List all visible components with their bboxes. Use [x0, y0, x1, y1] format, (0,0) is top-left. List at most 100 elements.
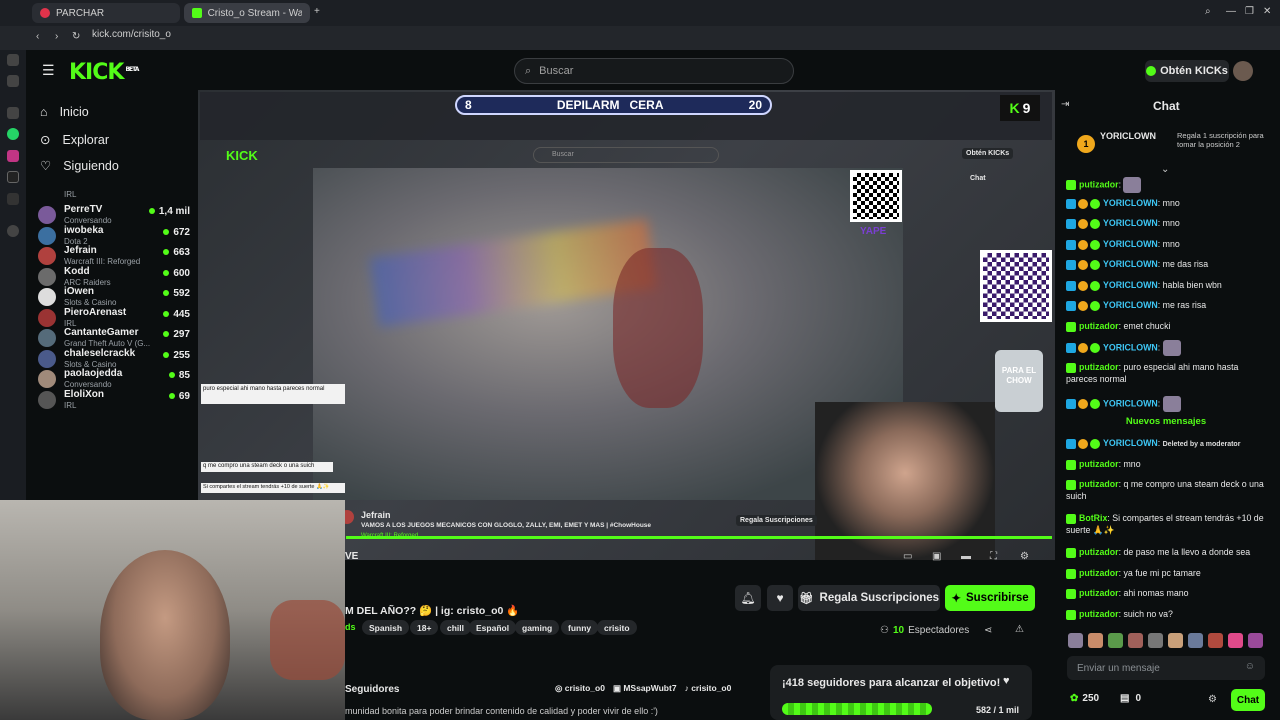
gift-count[interactable]: ▤ 0	[1120, 693, 1141, 704]
sidebar-channel[interactable]: paolaojedda Conversando 85	[38, 368, 198, 390]
emote-icon[interactable]	[1088, 633, 1103, 648]
chat-username[interactable]: YORICLOWN	[1103, 259, 1158, 269]
tag-chip[interactable]: gaming	[515, 620, 560, 635]
sidebar-channel[interactable]: chaleselcrackk Slots & Casino 255	[38, 348, 198, 370]
sidebar-item-explorar[interactable]: ⊙ Explorar	[40, 132, 109, 148]
chat-username[interactable]: putizador	[1079, 459, 1119, 469]
leaderboard-user[interactable]: YORICLOWN	[1100, 131, 1156, 141]
instagram-icon[interactable]	[7, 150, 19, 162]
sidebar-channel[interactable]: iwobeka Dota 2 672	[38, 225, 198, 247]
chat-send-button[interactable]: Chat	[1231, 689, 1265, 711]
share-icon[interactable]: ⋖	[984, 625, 992, 636]
reload-icon[interactable]: ↻	[72, 31, 80, 42]
tag-chip[interactable]: crisito	[597, 620, 637, 635]
sidebar-channel[interactable]: Kodd ARC Raiders 600	[38, 266, 198, 288]
tag-chip[interactable]: 18+	[410, 620, 439, 635]
sidebar-item-inicio[interactable]: ⌂ Inicio	[40, 105, 89, 119]
chat-username[interactable]: YORICLOWN	[1103, 239, 1158, 249]
chat-message-input[interactable]: Enviar un mensaje ☺	[1067, 656, 1265, 680]
tag-chip[interactable]: Spanish	[362, 620, 410, 635]
tag-chip[interactable]: funny	[561, 620, 599, 635]
tag-chip[interactable]: Español	[469, 620, 517, 635]
panel-icon[interactable]	[7, 54, 19, 66]
chat-username[interactable]: YORICLOWN	[1103, 280, 1158, 290]
badge-icons	[1066, 399, 1100, 409]
video-progress-bar[interactable]	[346, 536, 1052, 539]
chat-username[interactable]: putizador	[1079, 179, 1119, 189]
sidebar-channel[interactable]: PerreTV Conversando 1,4 mil	[38, 204, 198, 226]
tiktok-icon[interactable]	[7, 171, 19, 183]
collapse-chat-icon[interactable]: ⇥	[1061, 99, 1069, 110]
pip-icon[interactable]: ▣	[932, 551, 941, 562]
settings-icon[interactable]	[7, 225, 19, 237]
search-tabs-icon[interactable]: ⌕	[1205, 6, 1211, 17]
emote-icon[interactable]	[1168, 633, 1183, 648]
chat-username[interactable]: YORICLOWN	[1103, 218, 1158, 228]
x-icon[interactable]	[7, 193, 19, 205]
emote-icon[interactable]	[1188, 633, 1203, 648]
sidebar-channel[interactable]: EloliXon IRL 69	[38, 389, 198, 411]
sidebar-channel[interactable]: CantanteGamer Grand Theft Auto V (G... 2…	[38, 327, 198, 349]
chat-username[interactable]: putizador	[1079, 609, 1119, 619]
emote-icon[interactable]	[1068, 633, 1083, 648]
browser-tab-active[interactable]: Cristo_o Stream - Wat	[184, 3, 310, 23]
get-kicks-button[interactable]: Obtén KICKs	[1145, 60, 1229, 82]
emote-icon[interactable]	[1108, 633, 1123, 648]
chat-username[interactable]: putizador	[1079, 547, 1119, 557]
settings-icon[interactable]: ⚙	[1208, 694, 1217, 705]
whatsapp-icon[interactable]	[7, 128, 19, 140]
chat-username[interactable]: YORICLOWN	[1103, 342, 1158, 352]
theater-icon[interactable]: ▭	[903, 551, 912, 562]
maximize-icon[interactable]: ❐	[1245, 6, 1254, 17]
chat-username[interactable]: putizador	[1079, 479, 1119, 489]
browser-tab[interactable]: PARCHAR	[32, 3, 180, 23]
notification-bell-button[interactable]: 🔔︎	[735, 585, 761, 611]
emote-icon[interactable]	[1228, 633, 1243, 648]
sidebar-channel[interactable]: iOwen Slots & Casino 592	[38, 286, 198, 308]
channel-points[interactable]: ✿ 250	[1070, 693, 1099, 704]
chat-username[interactable]: putizador	[1079, 568, 1119, 578]
minimize-icon[interactable]: —	[1226, 6, 1236, 17]
chat-username[interactable]: YORICLOWN	[1103, 300, 1158, 310]
url-input[interactable]: kick.com/crisito_o	[92, 29, 171, 40]
sidebar-channel[interactable]: Jefrain Warcraft III: Reforged 663	[38, 245, 198, 267]
sidebar-item-siguiendo[interactable]: ♡ Siguiendo	[40, 158, 119, 174]
menu-icon[interactable]: ☰	[42, 62, 55, 79]
forward-icon[interactable]: ›	[55, 31, 58, 42]
emoji-icon[interactable]: ☺	[1245, 661, 1255, 672]
emote-icon[interactable]	[1208, 633, 1223, 648]
report-icon[interactable]: ⚠	[1015, 624, 1024, 635]
social-link-tiktok[interactable]: ♪ crisito_o0	[685, 683, 732, 694]
cinema-icon[interactable]: ▬	[961, 551, 971, 562]
category-link[interactable]: ds	[345, 622, 356, 632]
heart-icon[interactable]: ♥	[1003, 675, 1010, 687]
tag-chip[interactable]: chill	[440, 620, 472, 635]
emote-icon[interactable]	[1148, 633, 1163, 648]
chat-username[interactable]: YORICLOWN	[1103, 198, 1158, 208]
chat-username[interactable]: putizador	[1079, 321, 1119, 331]
search-input[interactable]: ⌕ Buscar	[514, 58, 794, 84]
close-window-icon[interactable]: ✕	[1263, 6, 1271, 17]
chat-username[interactable]: putizador	[1079, 362, 1119, 372]
settings-icon[interactable]: ⚙	[1020, 551, 1029, 562]
chat-username[interactable]: putizador	[1079, 588, 1119, 598]
chatgpt-icon[interactable]	[7, 107, 19, 119]
chat-username[interactable]: BotRix	[1079, 513, 1107, 523]
expand-leaderboard-icon[interactable]: ⌄	[1161, 164, 1169, 175]
gift-subs-button[interactable]: 🎁︎ Regala Suscripciones	[798, 585, 940, 611]
follow-heart-button[interactable]: ♥	[767, 585, 793, 611]
emote-icon[interactable]	[1128, 633, 1143, 648]
avatar[interactable]	[1233, 61, 1253, 81]
social-link-instagram[interactable]: ◎ crisito_o0	[555, 683, 605, 694]
subscribe-button[interactable]: ✦ Suscribirse	[945, 585, 1035, 611]
fullscreen-icon[interactable]: ⛶	[990, 551, 997, 562]
kick-logo[interactable]: KICK BETA	[69, 60, 139, 85]
new-tab-icon[interactable]: +	[314, 6, 320, 17]
back-icon[interactable]: ‹	[36, 31, 39, 42]
chat-username[interactable]: YORICLOWN	[1103, 398, 1158, 408]
emote-icon[interactable]	[1248, 633, 1263, 648]
sidebar-channel[interactable]: PieroArenast IRL 445	[38, 307, 198, 329]
chat-username[interactable]: YORICLOWN	[1103, 438, 1158, 448]
social-link-discord[interactable]: ▣ MSsapWubt7	[613, 683, 677, 694]
history-icon[interactable]	[7, 75, 19, 87]
